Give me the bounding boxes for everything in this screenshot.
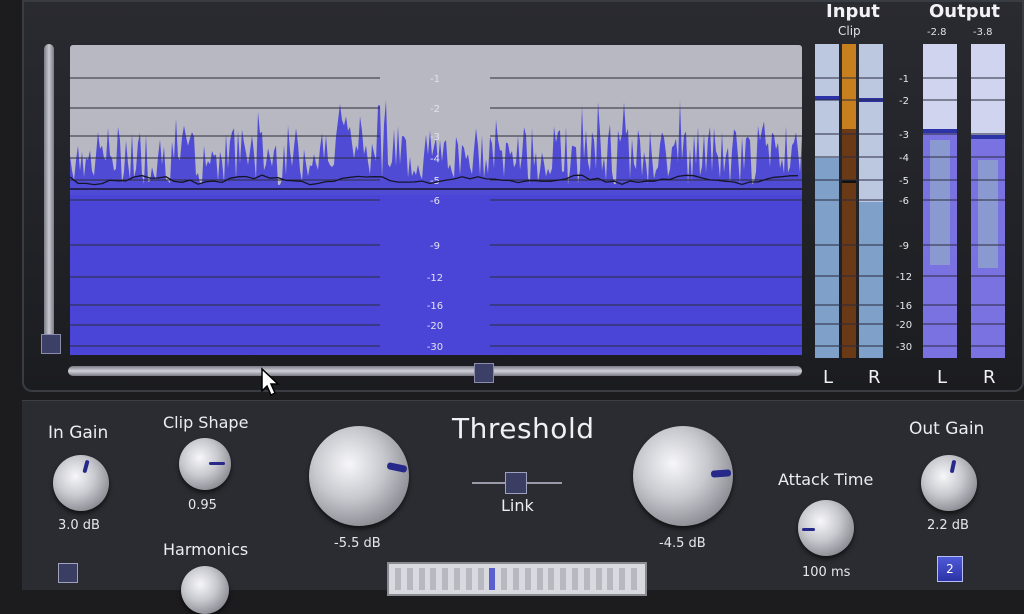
output-peak-left: -2.8 xyxy=(927,27,947,38)
meter-scale-label: -2 xyxy=(899,96,909,107)
output-rms-left xyxy=(930,140,950,265)
strip-cell xyxy=(631,568,637,590)
threshold-right-value: -4.5 dB xyxy=(659,536,706,551)
meter-scale-label: -5 xyxy=(899,176,909,187)
scale-label: -2 xyxy=(430,104,440,115)
attack-time-value: 100 ms xyxy=(802,565,851,580)
in-gain-label: In Gain xyxy=(48,423,109,443)
meter-scale-label: -12 xyxy=(896,272,912,283)
gain-reduction-strip xyxy=(387,562,647,596)
clip-shape-label: Clip Shape xyxy=(163,413,249,432)
scroll-slider[interactable] xyxy=(68,366,802,376)
strip-cell xyxy=(513,568,519,590)
meter-scale-label: -6 xyxy=(899,196,909,207)
input-right-label: R xyxy=(868,367,881,388)
strip-cell xyxy=(583,568,590,590)
scale-label: -1 xyxy=(430,74,440,85)
clip-shape-value: 0.95 xyxy=(188,498,217,513)
vertical-zoom-slider-thumb[interactable] xyxy=(41,334,61,354)
threshold-title: Threshold xyxy=(452,412,595,445)
scroll-slider-thumb[interactable] xyxy=(474,363,494,383)
level-meters: -1 -2 -3 -4 -5 -6 -9 -12 -16 -20 -30 xyxy=(815,44,1005,358)
strip-cell xyxy=(454,568,460,590)
output-left-label: L xyxy=(937,367,948,388)
strip-cell xyxy=(619,568,626,590)
meter-scale-label: -20 xyxy=(896,320,912,331)
scale-label: -16 xyxy=(427,301,443,312)
strip-cell xyxy=(442,568,449,590)
output-rms-right xyxy=(978,160,998,268)
strip-cell xyxy=(418,568,425,590)
strip-cell xyxy=(406,568,413,590)
output-peak-right: -3.8 xyxy=(973,27,993,38)
output-meter-right-top xyxy=(971,44,1005,136)
strip-cell xyxy=(430,568,437,590)
strip-cell xyxy=(477,568,484,590)
waveform-display: -1-2-3-4-5-6-9-12-16-20-30 xyxy=(70,45,802,355)
meter-scale-label: -30 xyxy=(896,342,912,353)
meter-scale-label: -3 xyxy=(899,130,909,141)
out-gain-knob[interactable] xyxy=(921,455,977,511)
strip-cell xyxy=(501,568,508,590)
harmonics-label: Harmonics xyxy=(163,540,249,559)
scale-label: -3 xyxy=(430,132,440,143)
attack-time-label: Attack Time xyxy=(778,470,874,489)
input-meter-title: Input xyxy=(826,1,880,22)
output-peak-right xyxy=(971,135,1005,139)
in-gain-knob[interactable] xyxy=(53,455,109,511)
strip-cell xyxy=(395,568,401,590)
strip-cell xyxy=(548,568,555,590)
clip-shape-knob[interactable] xyxy=(179,438,231,490)
link-toggle[interactable] xyxy=(505,472,527,494)
scale-label: -12 xyxy=(427,273,443,284)
scale-label: -6 xyxy=(430,196,440,207)
threshold-right-knob[interactable] xyxy=(633,426,733,526)
input-meter-left-top xyxy=(815,44,839,158)
attack-time-knob[interactable] xyxy=(798,500,854,556)
meter-scale-label: -4 xyxy=(899,153,909,164)
strip-cell xyxy=(524,568,531,590)
in-gain-toggle[interactable] xyxy=(58,563,78,583)
input-peak-left xyxy=(815,96,839,100)
output-meter-left-top xyxy=(923,44,957,130)
input-meter-right-top xyxy=(859,44,883,202)
meter-scale-label: -16 xyxy=(896,301,912,312)
output-right-label: R xyxy=(983,367,996,388)
scale-label: -4 xyxy=(430,154,440,165)
strip-cell xyxy=(607,568,614,590)
input-left-label: L xyxy=(823,367,834,388)
scale-label: -30 xyxy=(427,342,443,353)
output-meter-title: Output xyxy=(929,1,1001,22)
strip-cell xyxy=(536,568,543,590)
vertical-zoom-slider[interactable] xyxy=(44,44,54,354)
meter-scale-label: -9 xyxy=(899,241,909,252)
mouse-pointer-icon xyxy=(261,367,280,397)
clip-meter-fill xyxy=(842,44,856,129)
scale-label: -9 xyxy=(430,241,440,252)
harmonics-knob[interactable] xyxy=(181,566,229,614)
meter-scale-label: -1 xyxy=(899,74,909,85)
strip-cell xyxy=(595,568,602,590)
out-gain-label: Out Gain xyxy=(909,419,985,439)
scale-label: -20 xyxy=(427,321,443,332)
threshold-left-value: -5.5 dB xyxy=(334,536,381,551)
strip-cell xyxy=(465,568,472,590)
clip-label: Clip xyxy=(838,24,861,38)
threshold-left-knob[interactable] xyxy=(309,426,409,526)
strip-cell xyxy=(572,568,578,590)
in-gain-value: 3.0 dB xyxy=(58,518,100,533)
strip-cell xyxy=(489,568,496,590)
link-label: Link xyxy=(501,496,534,515)
mode-button[interactable]: 2 xyxy=(937,556,963,582)
output-peak-left xyxy=(923,129,957,133)
strip-cell xyxy=(560,568,567,590)
out-gain-value: 2.2 dB xyxy=(927,518,969,533)
